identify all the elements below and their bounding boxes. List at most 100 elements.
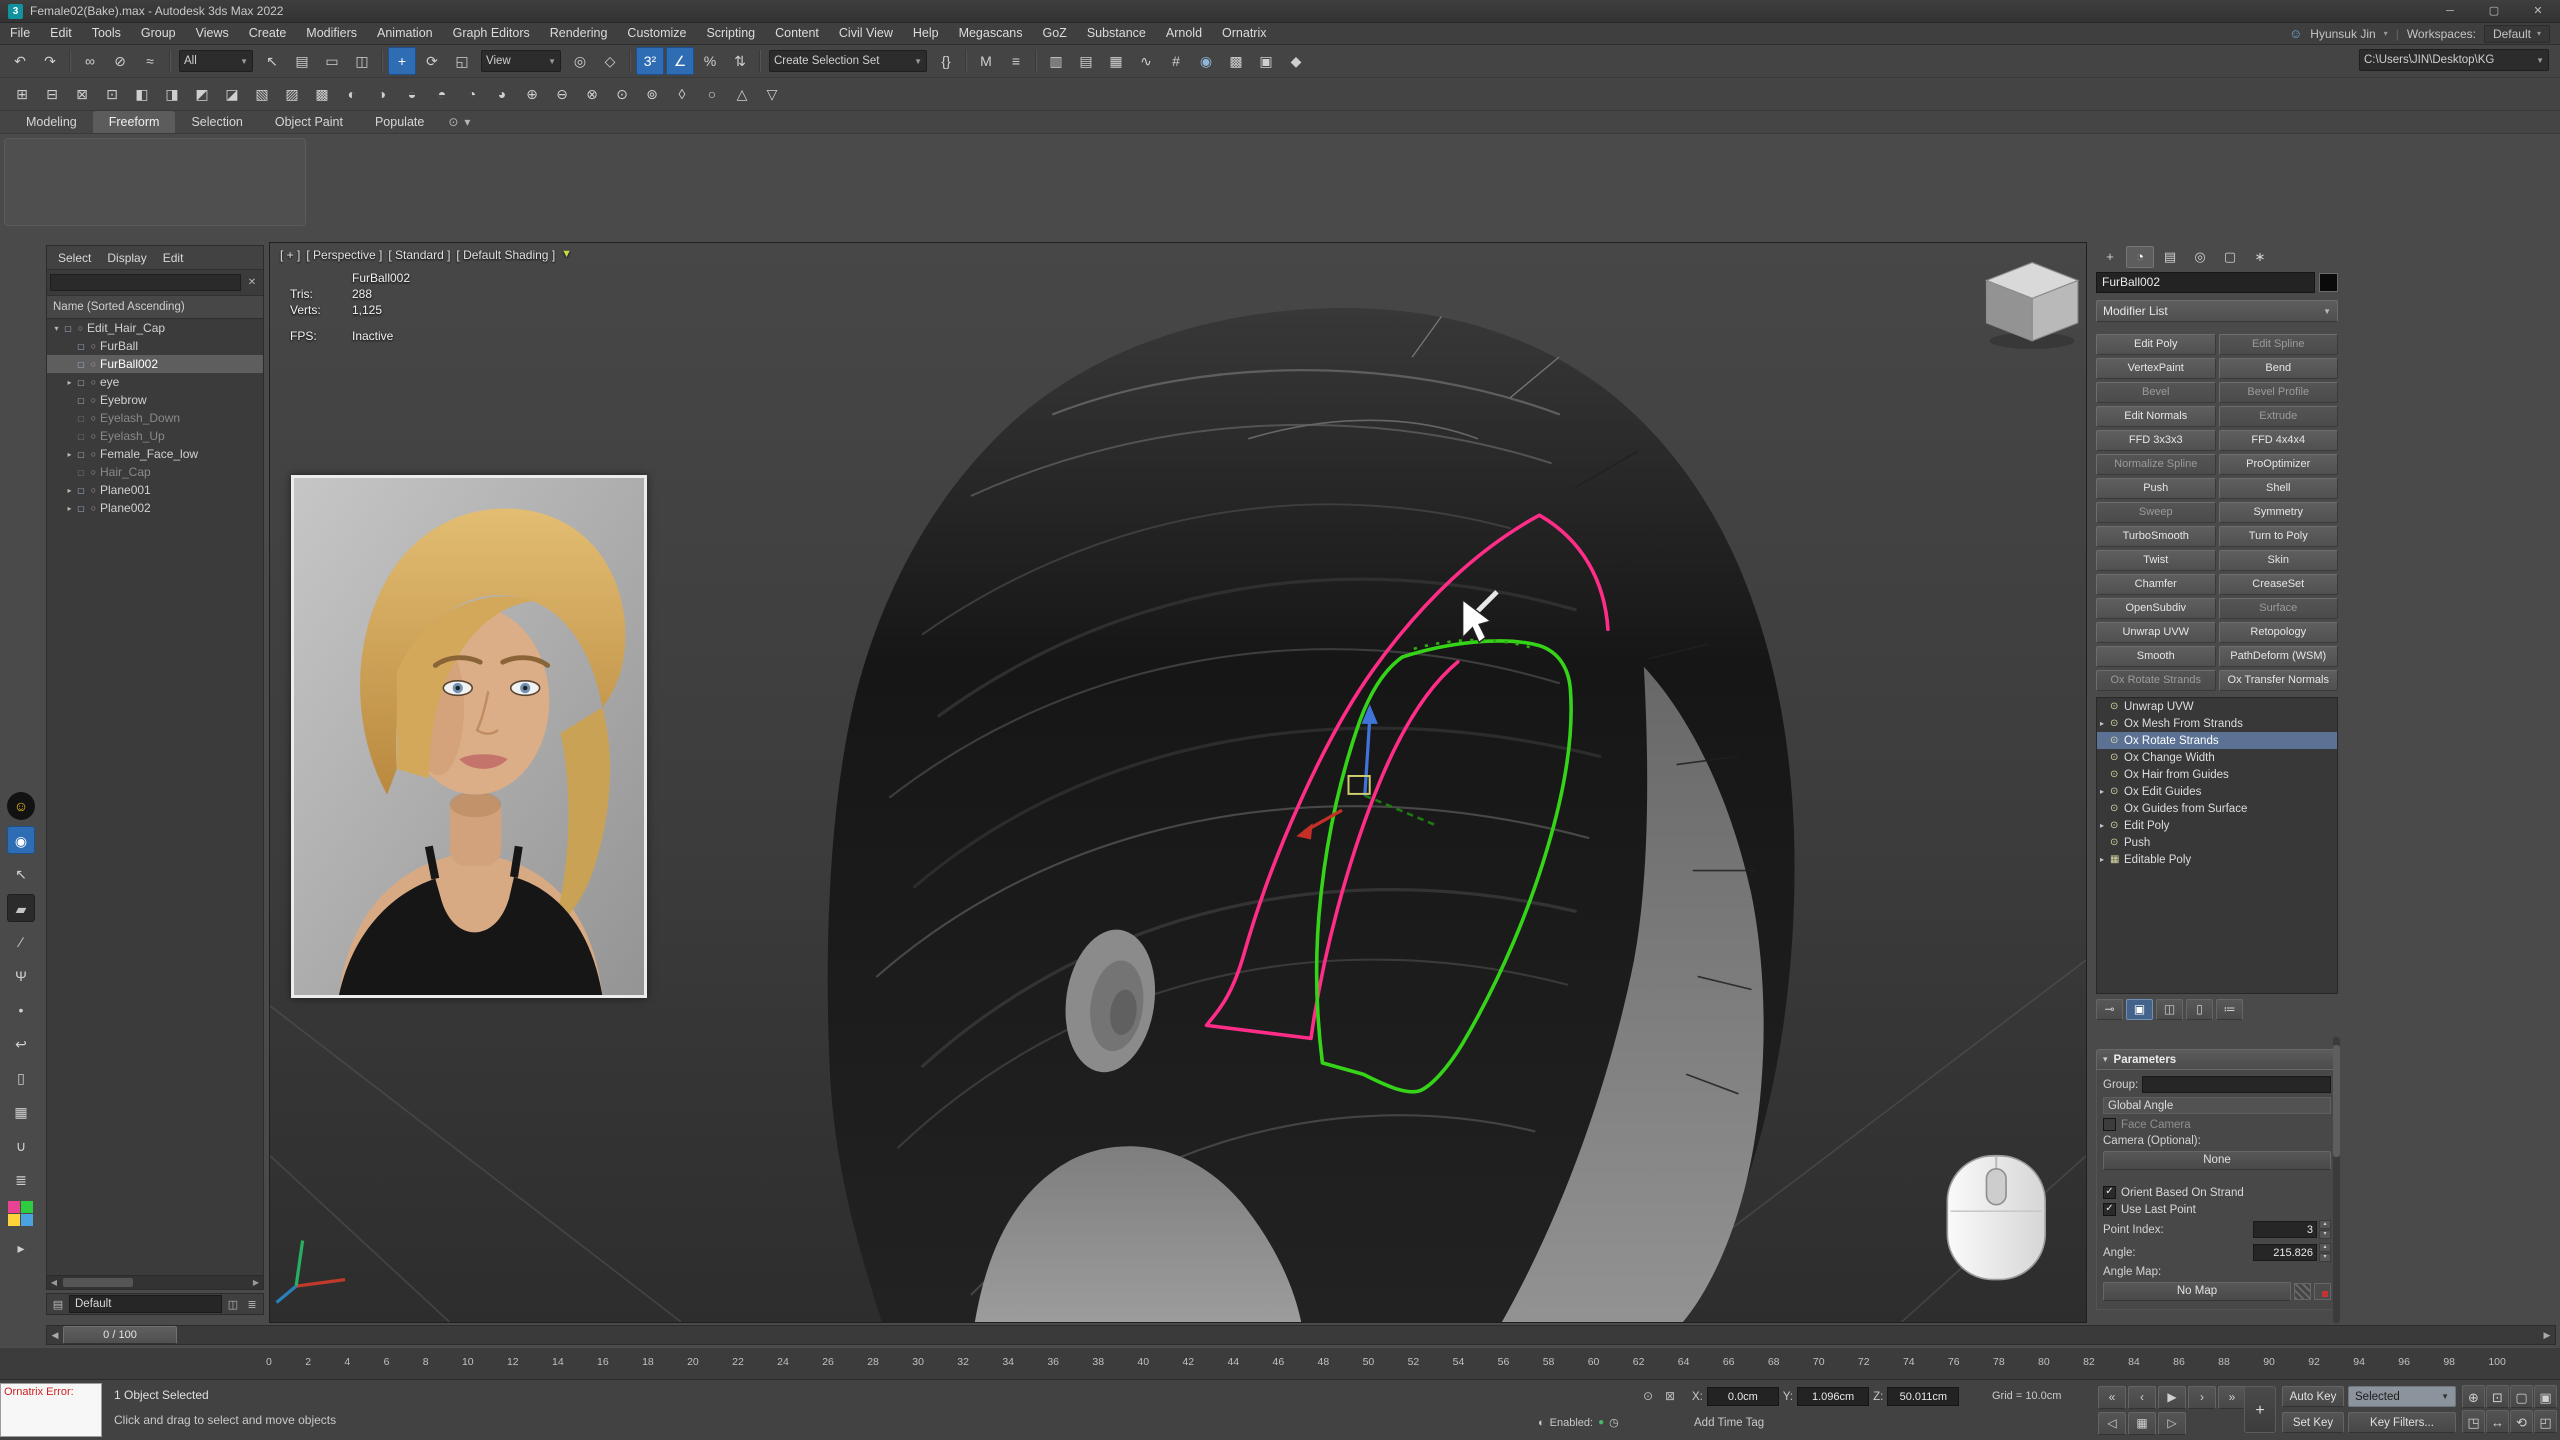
frame-tick-66[interactable]: 66 [1723,1356,1735,1368]
time-slider-handle[interactable]: 0 / 100 [63,1326,177,1344]
current-layer-field[interactable]: Default [69,1295,222,1313]
edit-named-sets-icon[interactable]: {} [932,47,960,75]
curve-editor-icon[interactable]: ∿ [1132,47,1160,75]
visibility-icon[interactable]: ○ [87,413,100,423]
frame-tick-94[interactable]: 94 [2353,1356,2365,1368]
explorer-column-header[interactable]: Name (Sorted Ascending) [47,296,263,319]
frame-tick-90[interactable]: 90 [2263,1356,2275,1368]
close-icon[interactable]: ✕ [244,277,260,288]
key-set-dropdown[interactable]: Selected ▼ [2348,1386,2456,1407]
poly-tool-icon-17[interactable]: ◕ [488,80,516,108]
modifier-button-normalize-spline[interactable]: Normalize Spline [2096,454,2216,475]
select-and-manipulate-icon[interactable]: ◇ [596,47,624,75]
frame-tick-18[interactable]: 18 [642,1356,654,1368]
spinner-arrows-icon[interactable]: ▴▾ [2319,1243,2331,1262]
stack-item-ox-change-width[interactable]: ⊙Ox Change Width [2097,749,2337,766]
field-of-view-icon[interactable]: ◳ [2462,1410,2485,1433]
modifier-bulb-icon[interactable]: ⊙ [2110,820,2124,831]
workspace-dropdown[interactable]: Default ▾ [2484,25,2550,43]
maximize-button[interactable]: ▢ [2472,0,2516,22]
auto-key-button[interactable]: Auto Key [2282,1386,2344,1407]
map-clear-button[interactable] [2314,1283,2331,1300]
frame-tick-24[interactable]: 24 [777,1356,789,1368]
zoom-all-icon[interactable]: ⊡ [2486,1385,2509,1408]
modify-tab[interactable]: ◔ [2126,246,2154,268]
modifier-button-bend[interactable]: Bend [2219,358,2339,379]
viewcube[interactable] [1986,263,2077,349]
utilities-tab[interactable]: ∗ [2246,246,2274,268]
modifier-button-smooth[interactable]: Smooth [2096,646,2216,667]
menu-file[interactable]: File [0,23,40,44]
tree-row-eyelash-down[interactable]: ▢○Eyelash_Down [47,409,263,427]
object-color-swatch[interactable] [2319,273,2338,292]
hair-comb-icon[interactable]: Ψ [7,962,35,990]
menu-animation[interactable]: Animation [367,23,443,44]
tree-row-female-face-low[interactable]: ▸▢○Female_Face_low [47,445,263,463]
modifier-bulb-icon[interactable]: ⊙ [2110,769,2124,780]
modifier-button-ffd-4x4x4[interactable]: FFD 4x4x4 [2219,430,2339,451]
poly-tool-icon-12[interactable]: ◐ [338,80,366,108]
track-bar[interactable]: 0246810121416182022242628303234363840424… [0,1347,2560,1380]
ribbon-tab-populate[interactable]: Populate [359,111,440,133]
select-and-link-icon[interactable]: ∞ [76,47,104,75]
tree-expand-icon[interactable]: ▸ [64,450,75,459]
poly-tool-icon-8[interactable]: ◪ [218,80,246,108]
x-coordinate-field[interactable]: 0.0cm [1707,1387,1779,1406]
selection-lock-icon[interactable]: ⊠ [1660,1387,1680,1405]
frame-tick-10[interactable]: 10 [462,1356,474,1368]
menu-rendering[interactable]: Rendering [540,23,618,44]
explorer-menu-edit[interactable]: Edit [156,251,191,265]
isolate-selection-icon[interactable]: ⊙ [1638,1387,1658,1405]
hair-brush-icon[interactable]: ▰ [7,894,35,922]
visibility-icon[interactable]: ○ [87,377,100,387]
viewport-menu-shading[interactable]: [ Default Shading ] [456,248,555,262]
menu-customize[interactable]: Customize [617,23,696,44]
z-coordinate-field[interactable]: 50.011cm [1887,1387,1959,1406]
modifier-button-turn-to-poly[interactable]: Turn to Poly [2219,526,2339,547]
angle-field[interactable]: 215.826 [2253,1244,2317,1261]
frame-tick-82[interactable]: 82 [2083,1356,2095,1368]
angle-snap-icon[interactable]: ∠ [666,47,694,75]
frame-tick-92[interactable]: 92 [2308,1356,2320,1368]
map-slot-button[interactable] [2294,1283,2311,1300]
next-frame-icon[interactable]: ▶ [2539,1330,2555,1341]
schematic-view-icon[interactable]: # [1162,47,1190,75]
object-name-field[interactable]: FurBall002 [2096,272,2315,293]
modifier-bulb-icon[interactable]: ⊙ [2110,735,2124,746]
stack-expand-icon[interactable]: ▸ [2100,821,2110,830]
menu-scripting[interactable]: Scripting [696,23,765,44]
menu-group[interactable]: Group [131,23,186,44]
show-end-result-icon[interactable]: ▣ [2126,999,2153,1020]
modifier-bulb-icon[interactable]: ⊙ [2110,701,2124,712]
render-setup-icon[interactable]: ▩ [1222,47,1250,75]
menu-substance[interactable]: Substance [1077,23,1156,44]
spinner-arrows-icon[interactable]: ▴▾ [2319,1220,2331,1239]
modifier-button-bevel-profile[interactable]: Bevel Profile [2219,382,2339,403]
group-field[interactable] [2142,1076,2331,1093]
next-frame-icon[interactable]: › [2188,1386,2216,1409]
scrollbar-thumb[interactable] [63,1278,133,1287]
select-and-scale-icon[interactable]: ◱ [448,47,476,75]
frame-tick-62[interactable]: 62 [1633,1356,1645,1368]
key-step-back-icon[interactable]: ◁ [2098,1412,2126,1435]
frame-tick-8[interactable]: 8 [423,1356,429,1368]
magnet-icon[interactable]: ∪ [7,1132,35,1160]
render-production-icon[interactable]: ◆ [1282,47,1310,75]
hierarchy-tab[interactable]: ▤ [2156,246,2184,268]
poly-tool-icon-23[interactable]: ◊ [668,80,696,108]
expand-strip-icon[interactable]: ▸ [7,1234,35,1262]
frame-tick-74[interactable]: 74 [1903,1356,1915,1368]
scroll-right-icon[interactable]: ▶ [249,1278,263,1287]
filter-funnel-icon[interactable]: ▼ [561,248,572,262]
frame-tick-68[interactable]: 68 [1768,1356,1780,1368]
modifier-list-dropdown[interactable]: Modifier List ▼ [2096,300,2338,322]
panel-scrollbar[interactable] [2333,1037,2340,1323]
adaptive-degradation-icon[interactable]: ◐ [1538,1417,1545,1429]
visibility-icon[interactable]: ○ [87,431,100,441]
use-last-point-checkbox[interactable]: ✓ Use Last Point [2103,1203,2331,1216]
perspective-viewport[interactable]: [ + ] [ Perspective ] [ Standard ] [ Def… [269,242,2087,1323]
frame-tick-20[interactable]: 20 [687,1356,699,1368]
zoom-extents-all-icon[interactable]: ▣ [2534,1385,2557,1408]
create-tab[interactable]: + [2096,246,2124,268]
viewport-menu-pov[interactable]: [ Perspective ] [306,248,382,262]
